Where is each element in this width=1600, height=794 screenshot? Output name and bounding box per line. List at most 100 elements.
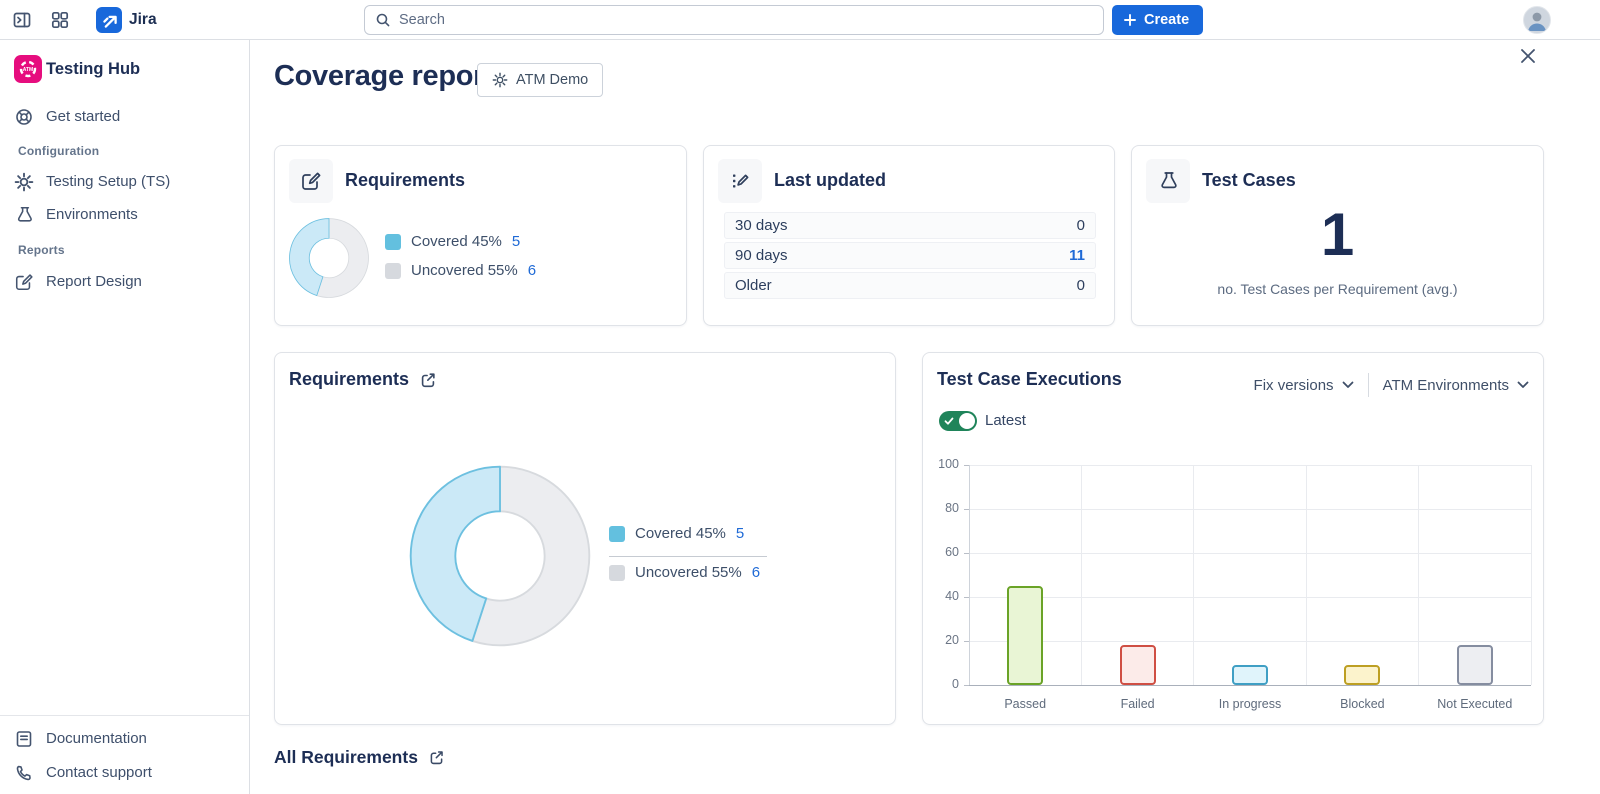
uncovered-count-link[interactable]: 6 <box>528 262 536 279</box>
global-search[interactable] <box>364 5 1104 35</box>
search-input[interactable] <box>399 12 1049 28</box>
page-title: Coverage report <box>274 60 494 93</box>
y-axis-label: 40 <box>921 589 959 603</box>
x-axis-label: Failed <box>1081 697 1193 711</box>
chevron-down-icon <box>1517 381 1529 389</box>
sidebar-collapse-icon[interactable] <box>12 10 32 30</box>
covered-count-link[interactable]: 5 <box>512 233 520 250</box>
sidebar-item-contact-support[interactable]: Contact support <box>0 758 249 788</box>
uncovered-swatch <box>609 565 625 581</box>
sidebar: ATM Testing Hub Get started Configuratio… <box>0 40 250 794</box>
gridline-horizontal <box>969 553 1531 554</box>
sidebar-item-label: Report Design <box>46 273 142 290</box>
y-axis-label: 60 <box>921 545 959 559</box>
requirements-donut-chart <box>287 216 371 300</box>
last-updated-card: Last updated 30 days 0 90 days 11 Older … <box>703 145 1115 326</box>
jira-logo-icon[interactable] <box>96 7 122 33</box>
row-label: Older <box>735 277 772 294</box>
atm-environments-dropdown[interactable]: ATM Environments <box>1383 377 1529 394</box>
y-axis-label: 80 <box>921 501 959 515</box>
row-value-link[interactable]: 11 <box>1069 247 1085 264</box>
gridline-vertical <box>969 465 970 685</box>
sidebar-item-report-design[interactable]: Report Design <box>0 267 249 297</box>
sidebar-footer: Documentation Contact support <box>0 715 249 794</box>
chevron-down-icon <box>1342 381 1354 389</box>
list-edit-icon <box>718 159 762 203</box>
requirements-detail-card: Requirements Covered 45% 5 Uncovered 55%… <box>274 352 896 725</box>
plus-icon <box>1122 12 1138 28</box>
sidebar-item-get-started[interactable]: Get started <box>0 102 249 132</box>
legend-label: Covered 45% <box>411 233 502 250</box>
project-button-label: ATM Demo <box>516 72 588 88</box>
covered-count-link[interactable]: 5 <box>736 525 744 542</box>
edit-square-icon <box>289 159 333 203</box>
table-row: 30 days 0 <box>724 212 1096 239</box>
all-requirements-link[interactable]: All Requirements <box>274 747 445 768</box>
gridline-vertical <box>1081 465 1082 685</box>
card-title: Requirements <box>345 170 465 191</box>
legend-label: Uncovered 55% <box>411 262 518 279</box>
requirements-donut-chart-large <box>405 461 595 651</box>
user-avatar[interactable] <box>1523 6 1551 34</box>
card-title: Last updated <box>774 170 886 191</box>
sidebar-item-label: Contact support <box>46 764 152 781</box>
sidebar-item-environments[interactable]: Environments <box>0 200 249 230</box>
top-navigation-bar: Jira Create <box>0 0 1600 40</box>
gridline-vertical <box>1531 465 1532 685</box>
table-row: 90 days 11 <box>724 242 1096 269</box>
document-icon <box>14 729 34 749</box>
row-value: 0 <box>1077 217 1085 234</box>
close-icon[interactable] <box>1517 45 1539 67</box>
chart-filters: Fix versions ATM Environments <box>1254 373 1529 397</box>
check-icon <box>943 415 955 427</box>
gear-icon <box>492 72 508 88</box>
sidebar-item-testing-setup[interactable]: Testing Setup (TS) <box>0 167 249 197</box>
create-button[interactable]: Create <box>1112 5 1203 35</box>
legend-covered: Covered 45% 5 <box>385 233 520 250</box>
table-row: Older 0 <box>724 272 1096 299</box>
test-case-executions-card: Test Case Executions Fix versions ATM En… <box>922 352 1544 725</box>
requirements-detail-link[interactable]: Requirements <box>289 369 437 390</box>
x-axis-label: Passed <box>969 697 1081 711</box>
gridline-horizontal <box>969 465 1531 466</box>
bar-in-progress[interactable] <box>1232 665 1268 685</box>
executions-title: Test Case Executions <box>937 369 1122 390</box>
gridline-vertical <box>1418 465 1419 685</box>
row-label: 30 days <box>735 217 788 234</box>
legend-divider <box>609 556 767 557</box>
app-switcher-icon[interactable] <box>50 10 70 30</box>
x-axis-label: In progress <box>1194 697 1306 711</box>
sidebar-item-label: Documentation <box>46 730 147 747</box>
gear-icon <box>14 172 34 192</box>
app-name: Jira <box>129 11 157 29</box>
flask-icon <box>14 205 34 225</box>
legend-covered: Covered 45% 5 <box>609 525 744 542</box>
covered-swatch <box>385 234 401 250</box>
toggle-label: Latest <box>985 412 1026 429</box>
x-axis-label: Not Executed <box>1419 697 1531 711</box>
sidebar-item-documentation[interactable]: Documentation <box>0 724 249 754</box>
project-selector-button[interactable]: ATM Demo <box>477 63 603 97</box>
bar-not-executed[interactable] <box>1457 645 1493 685</box>
external-link-icon <box>419 371 437 389</box>
lifebuoy-icon <box>14 107 34 127</box>
card-title: Test Cases <box>1202 170 1296 191</box>
executions-bar-chart: 020406080100PassedFailedIn progressBlock… <box>969 465 1531 685</box>
latest-toggle[interactable] <box>939 411 977 431</box>
sidebar-item-label: Testing Setup (TS) <box>46 173 170 190</box>
bar-blocked[interactable] <box>1344 665 1380 685</box>
bar-passed[interactable] <box>1007 586 1043 685</box>
filter-divider <box>1368 373 1369 397</box>
sidebar-item-label: Get started <box>46 108 120 125</box>
dropdown-label: Fix versions <box>1254 377 1334 394</box>
uncovered-count-link[interactable]: 6 <box>752 564 760 581</box>
coverage-report-screen: Jira Create <box>0 0 1600 794</box>
testing-hub-logo-icon: ATM <box>14 55 42 83</box>
gridline-horizontal <box>969 509 1531 510</box>
legend-uncovered: Uncovered 55% 6 <box>609 564 760 581</box>
fix-versions-dropdown[interactable]: Fix versions <box>1254 377 1354 394</box>
legend-label: Uncovered 55% <box>635 564 742 581</box>
sidebar-hub-header[interactable]: ATM Testing Hub <box>0 54 249 86</box>
legend-uncovered: Uncovered 55% 6 <box>385 262 536 279</box>
bar-failed[interactable] <box>1120 645 1156 685</box>
